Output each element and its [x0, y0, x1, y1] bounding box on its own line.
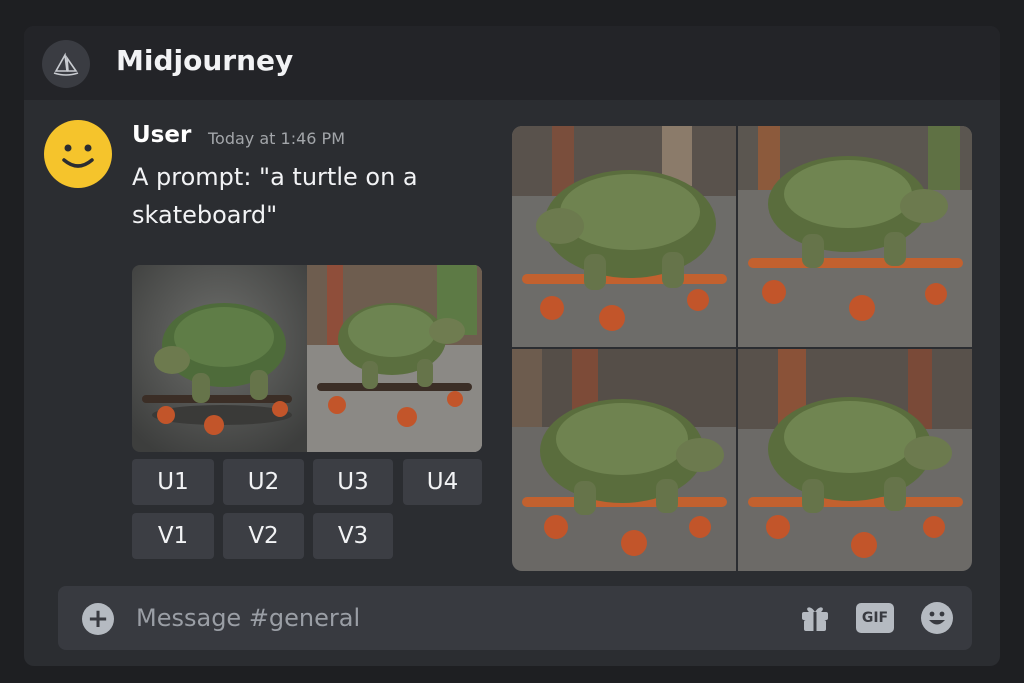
sailboat-logo-icon[interactable]	[42, 40, 90, 88]
preview-image-2[interactable]	[307, 265, 482, 452]
result-image-4[interactable]	[738, 349, 972, 571]
preview-image-grid[interactable]	[132, 265, 482, 452]
upscale-2-button[interactable]: U2	[223, 459, 304, 505]
upscale-1-button[interactable]: U1	[132, 459, 214, 505]
result-image-1[interactable]	[512, 126, 736, 347]
message-text: A prompt: "a turtle on a skateboard"	[132, 163, 418, 229]
result-image-3[interactable]	[512, 349, 736, 571]
message-timestamp: Today at 1:46 PM	[208, 129, 345, 148]
message-username[interactable]: User	[132, 122, 191, 148]
preview-image-1[interactable]	[132, 265, 307, 452]
gif-icon[interactable]: GIF	[856, 603, 894, 633]
result-image-2[interactable]	[738, 126, 972, 347]
upscale-3-button[interactable]: U3	[313, 459, 393, 505]
variation-3-button[interactable]: V3	[313, 513, 393, 559]
gift-icon[interactable]	[798, 600, 832, 634]
message-input[interactable]	[136, 600, 756, 636]
plus-circle-icon[interactable]: +	[82, 603, 114, 635]
smiley-face-icon[interactable]	[44, 120, 112, 188]
variation-2-button[interactable]: V2	[223, 513, 304, 559]
variation-1-button[interactable]: V1	[132, 513, 214, 559]
upscale-4-button[interactable]: U4	[403, 459, 482, 505]
result-image-grid[interactable]	[512, 126, 972, 571]
emoji-icon[interactable]	[920, 601, 954, 635]
channel-title: Midjourney	[116, 44, 294, 77]
